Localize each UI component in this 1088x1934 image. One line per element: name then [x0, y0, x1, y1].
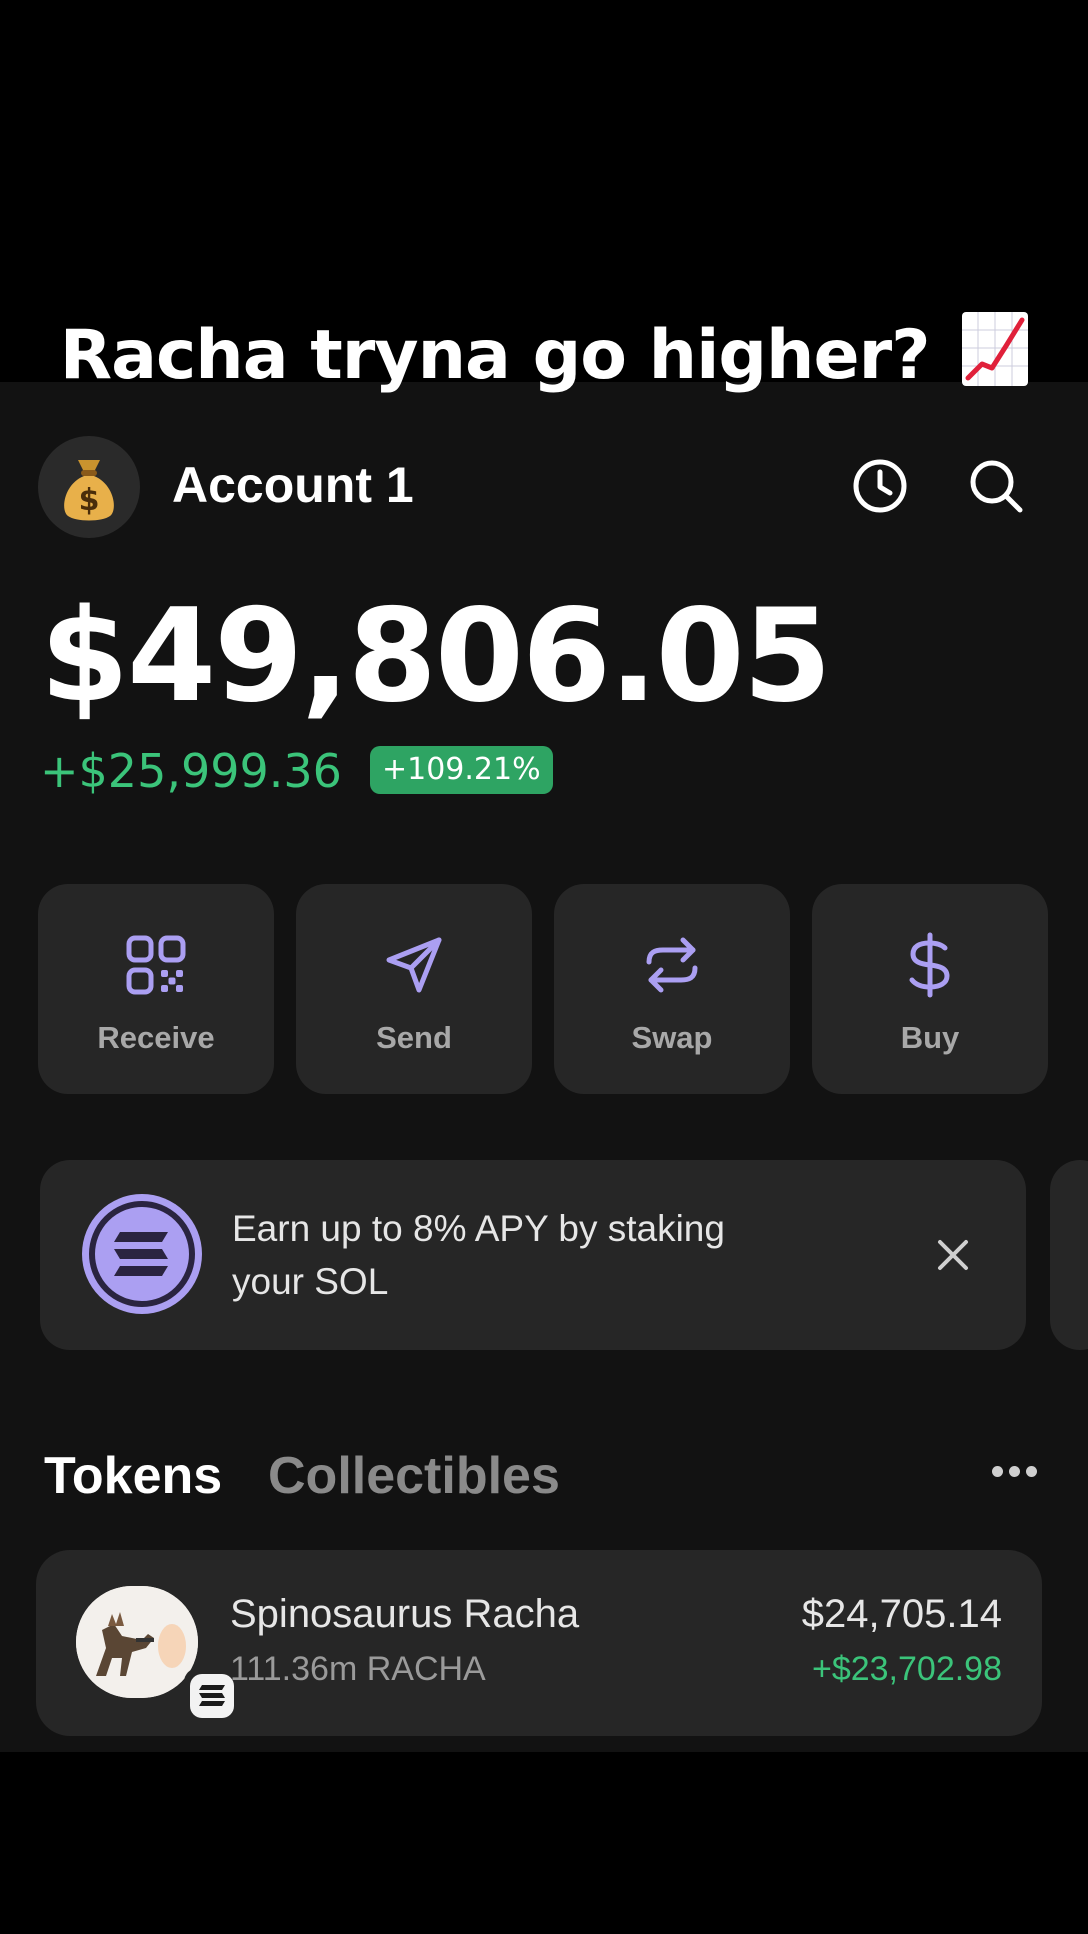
account-name[interactable]: Account 1 [172, 456, 414, 514]
svg-text:$: $ [79, 483, 100, 518]
search-icon[interactable] [966, 456, 1026, 516]
receive-label: Receive [97, 1020, 215, 1055]
money-bag-icon: $ [64, 460, 114, 521]
token-amount: 111.36m RACHA [230, 1650, 486, 1688]
dollar-icon [909, 932, 950, 998]
caption-text: Racha tryna go higher? [59, 316, 931, 395]
send-icon [386, 937, 442, 993]
send-label: Send [376, 1020, 452, 1055]
history-icon[interactable] [850, 456, 910, 516]
qr-code-icon [126, 935, 186, 995]
portfolio-balance: $49,806.05 [40, 582, 832, 731]
token-change: +$23,702.98 [811, 1650, 1002, 1688]
token-name: Spinosaurus Racha [230, 1592, 580, 1636]
video-caption: Racha tryna go higher? [0, 312, 1088, 395]
solana-small-icon [199, 1685, 225, 1706]
more-options-icon[interactable] [992, 1456, 1042, 1486]
swap-icon [646, 937, 698, 993]
token-row[interactable]: Spinosaurus Racha 111.36m RACHA $24,705.… [36, 1550, 1042, 1736]
next-banner-card[interactable] [1050, 1160, 1088, 1350]
close-icon[interactable] [928, 1230, 978, 1280]
tab-collectibles[interactable]: Collectibles [268, 1446, 560, 1506]
token-image [76, 1586, 198, 1698]
receive-button[interactable]: Receive [38, 884, 274, 1094]
buy-label: Buy [900, 1020, 960, 1055]
portfolio-change-amount: +$25,999.36 [40, 744, 342, 798]
staking-banner[interactable]: Earn up to 8% APY by staking your SOL [40, 1160, 1026, 1350]
token-value: $24,705.14 [801, 1592, 1002, 1636]
portfolio-change-badge: +109.21% [370, 746, 553, 794]
staking-banner-text: Earn up to 8% APY by staking your SOL [232, 1208, 725, 1302]
chart-increasing-icon [962, 312, 1029, 386]
account-avatar[interactable]: $ [38, 436, 140, 538]
swap-label: Swap [631, 1020, 713, 1055]
solana-icon [82, 1194, 202, 1314]
swap-button[interactable]: Swap [554, 884, 790, 1094]
tab-tokens[interactable]: Tokens [44, 1446, 222, 1506]
buy-button[interactable]: Buy [812, 884, 1048, 1094]
send-button[interactable]: Send [296, 884, 532, 1094]
